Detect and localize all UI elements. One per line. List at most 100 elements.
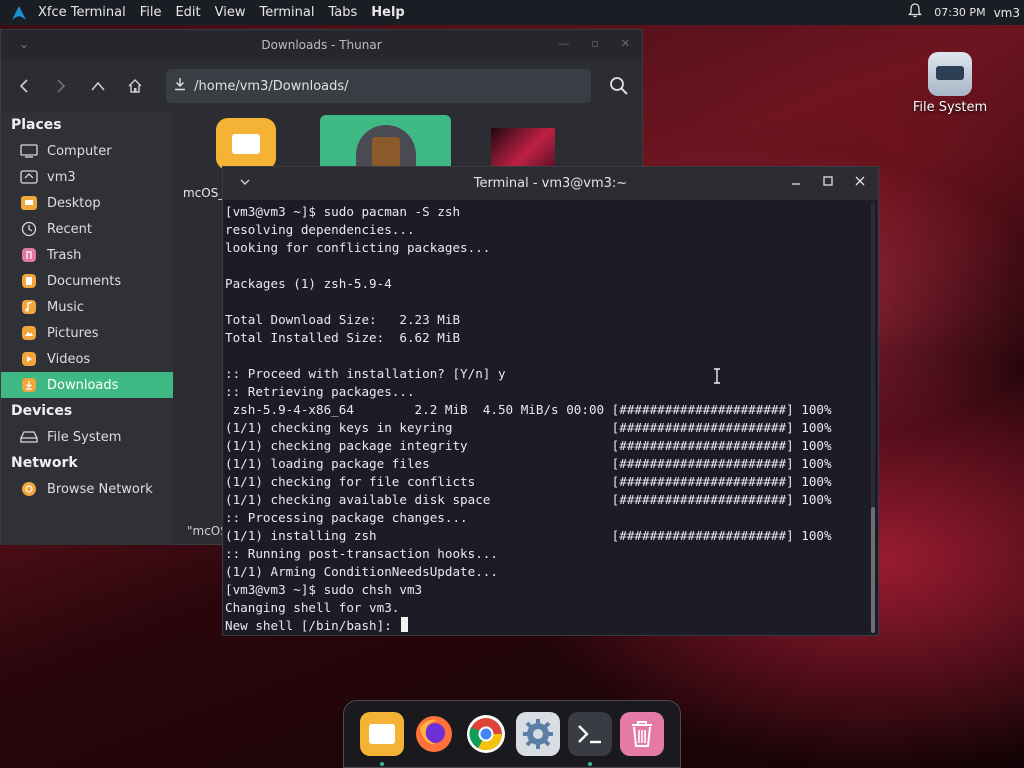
minimize-icon[interactable] [790,175,802,190]
terminal-line-text: (1/1) checking keys in keyring [########… [225,420,832,435]
terminal-line: [vm3@vm3 ~]$ sudo pacman -S zsh [225,203,864,221]
maximize-icon[interactable]: ▫ [591,37,598,50]
scrollbar-thumb[interactable] [871,507,875,633]
home-button[interactable] [121,72,148,100]
location-path[interactable]: /home/vm3/Downloads/ [194,79,348,94]
terminal-line-text: New shell [/bin/bash]: [225,618,400,633]
terminal-line-text: (1/1) checking available disk space [###… [225,492,832,507]
close-icon[interactable] [854,175,866,190]
terminal-line-text: :: Retrieving packages... [225,384,415,399]
dock-item-chrome[interactable] [464,712,508,756]
close-icon[interactable]: ✕ [621,37,630,50]
drive-icon [19,428,39,446]
sidebar-item-file-system[interactable]: File System [1,424,173,450]
terminal-line-text: (1/1) Arming ConditionNeedsUpdate... [225,564,498,579]
thunar-titlebar[interactable]: ⌄ Downloads - Thunar — ▫ ✕ [1,30,642,60]
active-app-name[interactable]: Xfce Terminal [38,5,126,20]
dock-item-firefox[interactable] [412,712,456,756]
firefox-icon [416,716,452,752]
devices-header: Devices [11,403,73,419]
sidebar-item-label: Music [47,299,84,315]
sidebar-item-music[interactable]: Music [1,294,173,320]
thunar-sidebar: Places Computer vm3 Desktop Recent Trash… [1,112,173,545]
chrome-icon [467,715,505,753]
folder-icon [369,724,395,744]
downloads-icon [19,376,39,394]
terminal-line-text: Packages (1) zsh-5.9-4 [225,276,392,291]
sidebar-item-documents[interactable]: Documents [1,268,173,294]
terminal-line: zsh-5.9-4-x86_64 2.2 MiB 4.50 MiB/s 00:0… [225,401,864,419]
dock-item-terminal[interactable] [568,712,612,766]
search-button[interactable] [605,72,632,100]
desktop-icon-label: File System [912,100,988,115]
terminal-line: :: Retrieving packages... [225,383,864,401]
thunar-title: Downloads - Thunar [261,38,382,52]
sidebar-item-videos[interactable]: Videos [1,346,173,372]
window-menu-chevron-icon[interactable]: ⌄ [19,37,29,51]
up-button[interactable] [85,72,112,100]
desktop-icon-file-system[interactable]: File System [910,52,990,115]
notification-bell-icon[interactable] [908,3,923,22]
terminal-icon [578,725,601,744]
minimize-icon[interactable]: — [558,37,569,50]
terminal-line: (1/1) checking keys in keyring [########… [225,419,864,437]
window-menu-chevron-icon[interactable] [239,175,251,190]
network-header: Network [11,455,78,471]
terminal-line-text: Total Installed Size: 6.62 MiB [225,330,461,345]
menu-terminal[interactable]: Terminal [260,5,315,20]
dock-item-trash[interactable] [620,712,664,756]
user-menu[interactable]: vm3 [994,6,1020,20]
menu-help[interactable]: Help [371,5,404,20]
trash-icon [19,246,39,264]
terminal-line-text: (1/1) checking for file conflicts [#####… [225,474,832,489]
computer-icon [19,142,39,160]
terminal-output[interactable]: [vm3@vm3 ~]$ sudo pacman -S zsh resolving… [225,203,864,633]
terminal-titlebar[interactable]: Terminal - vm3@vm3:~ [223,167,878,200]
text-cursor [401,617,409,632]
menu-view[interactable]: View [215,5,246,20]
download-icon [174,77,186,95]
sidebar-item-pictures[interactable]: Pictures [1,320,173,346]
terminal-line: (1/1) checking available disk space [###… [225,491,864,509]
terminal-line-text: :: Running post-transaction hooks... [225,546,498,561]
file-item-archive[interactable] [320,115,451,180]
clock[interactable]: 07:30 PM [934,6,985,19]
sidebar-item-vm3[interactable]: vm3 [1,164,173,190]
maximize-icon[interactable] [822,175,834,190]
location-bar[interactable]: /home/vm3/Downloads/ [166,69,592,103]
drive-icon [928,52,972,96]
ibeam-cursor-icon [712,368,722,384]
arch-logo-icon[interactable] [8,2,30,24]
sidebar-item-label: Documents [47,273,122,289]
sidebar-item-computer[interactable]: Computer [1,138,173,164]
videos-icon [19,350,39,368]
folder-icon [216,118,276,170]
top-panel: Xfce Terminal File Edit View Terminal Ta… [0,0,1024,25]
sidebar-item-downloads[interactable]: Downloads [1,372,173,398]
network-icon [19,480,39,498]
terminal-line-text: resolving dependencies... [225,222,415,237]
thunar-toolbar: /home/vm3/Downloads/ [1,60,642,112]
recent-icon [19,220,39,238]
terminal-line-text: Changing shell for vm3. [225,600,400,615]
terminal-window: Terminal - vm3@vm3:~ [vm3@vm3 ~]$ sudo p… [222,166,879,636]
sidebar-item-browse-network[interactable]: Browse Network [1,476,173,502]
sidebar-item-label: vm3 [47,169,76,185]
menu-tabs[interactable]: Tabs [328,5,357,20]
sidebar-item-trash[interactable]: Trash [1,242,173,268]
terminal-line: New shell [/bin/bash]: [225,617,864,633]
dock-item-files[interactable] [360,712,404,766]
sidebar-item-recent[interactable]: Recent [1,216,173,242]
menu-file[interactable]: File [140,5,162,20]
forward-button[interactable] [48,72,75,100]
back-button[interactable] [11,72,38,100]
sidebar-item-label: Videos [47,351,91,367]
terminal-line-text: [vm3@vm3 ~]$ sudo pacman -S zsh [225,204,461,219]
dock-item-settings[interactable] [516,712,560,756]
places-header: Places [11,117,62,133]
terminal-title: Terminal - vm3@vm3:~ [473,176,628,191]
sidebar-item-desktop[interactable]: Desktop [1,190,173,216]
terminal-line: (1/1) checking package integrity [######… [225,437,864,455]
menu-edit[interactable]: Edit [175,5,200,20]
